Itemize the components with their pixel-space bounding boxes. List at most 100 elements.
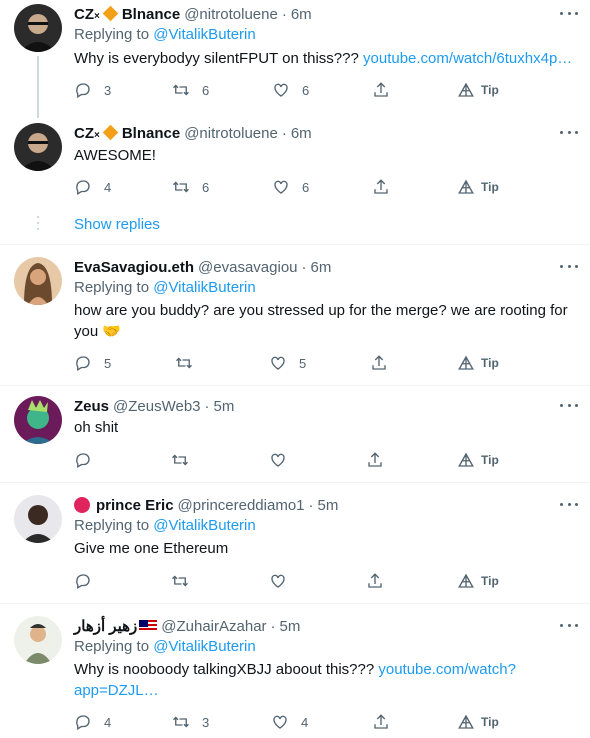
display-name[interactable]: CZ× Blnance (74, 124, 180, 142)
tip-icon (458, 573, 474, 588)
divider (0, 603, 590, 604)
tweet-header: CZ× Blnance @nitrotoluene · 6m (74, 4, 312, 24)
tip-button[interactable]: Tip (457, 353, 499, 373)
mention-link[interactable]: @VitalikButerin (153, 517, 256, 534)
timestamp[interactable]: 6m (291, 6, 312, 23)
retweet-button[interactable]: 6 (172, 177, 209, 197)
timestamp[interactable]: 5m (214, 398, 235, 415)
timestamp[interactable]: 6m (311, 259, 332, 276)
like-button[interactable]: 6 (272, 177, 309, 197)
like-button[interactable]: 4 (271, 712, 308, 732)
avatar[interactable] (14, 495, 62, 543)
reply-button[interactable]: 4 (74, 177, 111, 197)
tip-button[interactable]: Tip (457, 177, 499, 197)
avatar[interactable] (14, 257, 62, 305)
handle[interactable]: @ZuhairAzahar (161, 618, 266, 635)
show-replies-link[interactable]: Show replies (74, 216, 160, 233)
timestamp[interactable]: 5m (280, 618, 301, 635)
like-icon (271, 453, 285, 467)
more-horizontal-icon[interactable] (560, 497, 578, 511)
divider (0, 244, 590, 245)
mention-link[interactable]: @VitalikButerin (153, 279, 256, 296)
tweet-text: oh shit (74, 419, 119, 436)
share-button[interactable] (372, 177, 390, 197)
reply-button[interactable] (74, 571, 92, 591)
more-horizontal-icon[interactable] (560, 259, 578, 273)
separator: · (301, 258, 307, 276)
thread-dots (37, 216, 39, 234)
mention-link[interactable]: @VitalikButerin (153, 638, 256, 655)
avatar[interactable] (14, 4, 62, 52)
handle[interactable]: @nitrotoluene (184, 6, 278, 23)
display-name[interactable]: Zeus (74, 398, 109, 415)
timestamp[interactable]: 6m (291, 125, 312, 142)
display-name[interactable]: زهير أزهار (74, 617, 137, 635)
retweet-button[interactable] (171, 571, 189, 591)
mention-link[interactable]: @VitalikButerin (153, 26, 256, 43)
tip-button[interactable]: Tip (457, 571, 499, 591)
reply-button[interactable]: 4 (74, 712, 111, 732)
display-name[interactable]: prince Eric (96, 497, 174, 514)
tip-button[interactable]: Tip (457, 712, 499, 732)
reply-icon (76, 180, 90, 195)
avatar[interactable] (14, 396, 62, 444)
retweet-button[interactable] (171, 450, 189, 470)
timestamp[interactable]: 5m (318, 497, 339, 514)
share-button[interactable] (372, 712, 390, 732)
tip-icon (458, 82, 474, 97)
handle[interactable]: @nitrotoluene (184, 125, 278, 142)
like-button[interactable]: 6 (272, 80, 309, 100)
tip-button[interactable]: Tip (457, 80, 499, 100)
tweet-header: EvaSavagiou.eth @evasavagiou · 6m (74, 257, 331, 277)
tweet-actions: 5 5 Tip (74, 353, 574, 373)
reply-icon (76, 83, 90, 98)
share-button[interactable] (370, 353, 388, 373)
more-horizontal-icon[interactable] (560, 125, 578, 139)
red-circle-icon (74, 497, 90, 513)
more-horizontal-icon[interactable] (560, 6, 578, 20)
retweet-button[interactable]: 6 (172, 80, 209, 100)
tip-icon (458, 452, 474, 467)
reply-button[interactable] (74, 450, 92, 470)
tweet-header: Zeus @ZeusWeb3 · 5m (74, 396, 234, 416)
replying-to: Replying to @VitalikButerin (74, 279, 256, 296)
avatar[interactable] (14, 123, 62, 171)
share-button[interactable] (366, 571, 384, 591)
share-icon (368, 452, 382, 467)
handle[interactable]: @ZeusWeb3 (113, 398, 201, 415)
tweet-link[interactable]: youtube.com/watch? (378, 661, 516, 678)
separator: · (204, 397, 210, 415)
handle[interactable]: @princereddiamo1 (178, 497, 305, 514)
share-button[interactable] (372, 80, 390, 100)
tweet-actions: 3 6 6 Tip (74, 80, 574, 100)
more-horizontal-icon[interactable] (560, 398, 578, 412)
reply-icon (76, 574, 90, 589)
tweet-header: prince Eric @princereddiamo1 · 5m (74, 495, 338, 515)
like-icon (273, 715, 287, 729)
display-name[interactable]: CZ× Blnance (74, 5, 180, 23)
like-icon (274, 83, 288, 97)
malaysia-flag-icon (139, 620, 158, 632)
display-name[interactable]: EvaSavagiou.eth (74, 259, 194, 276)
more-horizontal-icon[interactable] (560, 618, 578, 632)
like-button[interactable] (269, 571, 287, 591)
handle[interactable]: @evasavagiou (198, 259, 297, 276)
like-icon (271, 574, 285, 588)
tweet-link[interactable]: app=DZJL… (74, 680, 574, 701)
retweet-button[interactable] (175, 353, 205, 373)
separator: · (270, 617, 276, 635)
tip-icon (458, 355, 474, 370)
tip-button[interactable]: Tip (457, 450, 499, 470)
reply-button[interactable]: 3 (74, 80, 111, 100)
avatar[interactable] (14, 616, 62, 664)
like-button[interactable] (269, 450, 287, 470)
tip-icon (458, 179, 474, 194)
divider (0, 385, 590, 386)
like-button[interactable]: 5 (269, 353, 306, 373)
share-button[interactable] (366, 450, 384, 470)
reply-icon (76, 715, 90, 730)
retweet-button[interactable]: 3 (172, 712, 209, 732)
reply-button[interactable]: 5 (74, 353, 111, 373)
tweet-link[interactable]: youtube.com/watch/6tuxhx4p… (363, 50, 572, 67)
share-icon (374, 82, 388, 97)
